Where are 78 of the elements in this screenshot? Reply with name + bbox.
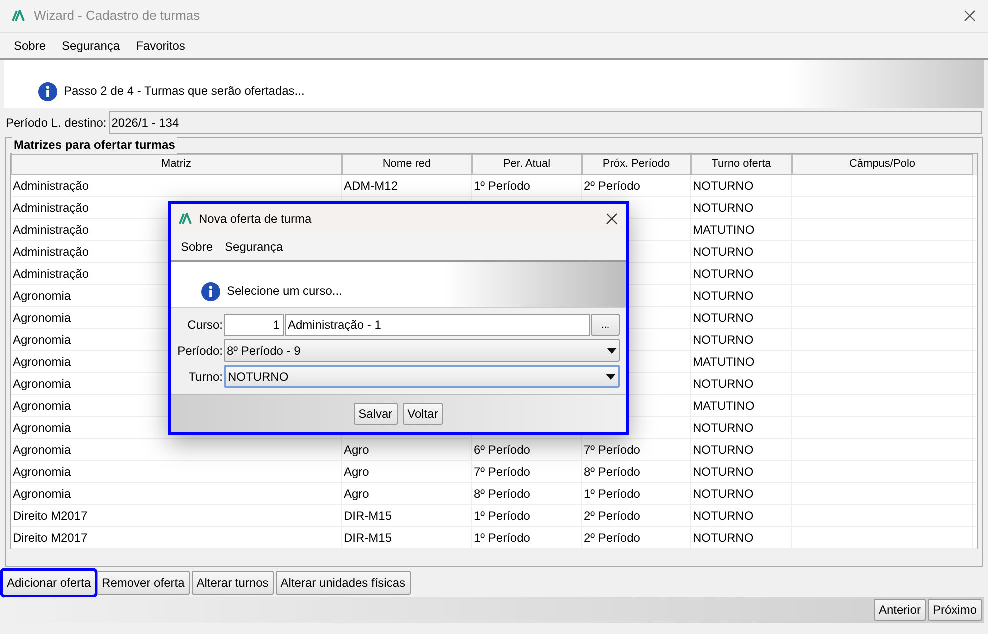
- table-cell: MATUTINO: [691, 395, 792, 416]
- course-field[interactable]: Administração - 1: [285, 314, 590, 336]
- table-cell: NOTURNO: [691, 307, 792, 328]
- column-header[interactable]: Turno oferta: [691, 154, 792, 175]
- column-header[interactable]: Câmpus/Polo: [792, 154, 973, 175]
- table-cell: 8º Período: [582, 461, 691, 482]
- table-cell: Direito M2017: [11, 505, 342, 526]
- destination-field[interactable]: 2026/1 - 134: [108, 111, 982, 134]
- table-cell: Agronomia: [11, 439, 342, 460]
- field-label: Período L. destino:: [6, 114, 107, 132]
- table-cell: NOTURNO: [691, 483, 792, 504]
- menu-item[interactable]: Sobre: [177, 238, 218, 256]
- table-cell: 7º Período: [582, 439, 691, 460]
- column-header[interactable]: Nome red: [342, 154, 472, 175]
- table-cell: NOTURNO: [691, 263, 792, 284]
- table-cell: NOTURNO: [691, 241, 792, 262]
- table-cell: NOTURNO: [691, 505, 792, 526]
- table-cell: Direito M2017: [11, 527, 342, 548]
- code-field[interactable]: 1: [224, 314, 284, 336]
- table-cell: NOTURNO: [691, 527, 792, 548]
- window-title: Wizard - Cadastro de turmas: [34, 7, 200, 26]
- dialog-button[interactable]: Voltar: [402, 402, 444, 424]
- table-cell: Agro: [342, 461, 472, 482]
- logo-icon: [12, 10, 26, 22]
- banner-text: Selecione um curso...: [227, 283, 342, 300]
- dialog-button[interactable]: Salvar: [354, 402, 398, 424]
- table-cell: 1º Período: [472, 175, 582, 196]
- action-button[interactable]: Remover oferta: [97, 571, 190, 595]
- table-cell: 8º Período: [472, 483, 582, 504]
- table-cell: NOTURNO: [691, 461, 792, 482]
- nav-button[interactable]: Anterior: [874, 599, 926, 621]
- table-cell: Agro: [342, 439, 472, 460]
- table-cell: MATUTINO: [691, 351, 792, 372]
- table-cell: Agro: [342, 483, 472, 504]
- column-header[interactable]: Matriz: [11, 154, 342, 175]
- menu-item[interactable]: Favoritos: [130, 36, 192, 54]
- menu-item[interactable]: Segurança: [56, 36, 126, 54]
- table-cell: 2º Período: [582, 527, 691, 548]
- menu-item[interactable]: Segurança: [221, 238, 288, 256]
- table-cell: NOTURNO: [691, 417, 792, 438]
- table-cell: 2º Período: [582, 175, 691, 196]
- close-icon[interactable]: [606, 213, 618, 225]
- table-cell: 1º Período: [472, 527, 582, 548]
- nav-button[interactable]: Próximo: [928, 599, 982, 621]
- select-field[interactable]: NOTURNO: [224, 365, 620, 388]
- table-cell: NOTURNO: [691, 439, 792, 460]
- column-header[interactable]: Per. Atual: [472, 154, 582, 175]
- table-cell: NOTURNO: [691, 285, 792, 306]
- table-cell: DIR-M15: [342, 527, 472, 548]
- logo-icon: [179, 213, 193, 225]
- table-cell: NOTURNO: [691, 329, 792, 350]
- action-button[interactable]: Alterar unidades físicas: [276, 571, 411, 595]
- table-cell: NOTURNO: [691, 373, 792, 394]
- caret-icon: [607, 348, 617, 354]
- info-icon: [201, 282, 221, 302]
- table-cell: ADM-M12: [342, 175, 472, 196]
- table-cell: MATUTINO: [691, 219, 792, 240]
- table-cell: DIR-M15: [342, 505, 472, 526]
- browse-button[interactable]: ...: [591, 314, 620, 336]
- table-cell: Agronomia: [11, 461, 342, 482]
- info-icon: [38, 82, 58, 102]
- select-field[interactable]: 8º Período - 9: [224, 339, 620, 362]
- table-cell: 6º Período: [472, 439, 582, 460]
- action-button[interactable]: Alterar turnos: [192, 571, 274, 595]
- table-cell: NOTURNO: [691, 175, 792, 196]
- close-icon[interactable]: [964, 10, 976, 22]
- table-cell: 1º Período: [582, 483, 691, 504]
- menu-item[interactable]: Sobre: [8, 36, 52, 54]
- table-cell: 1º Período: [472, 505, 582, 526]
- table-cell: Administração: [11, 175, 342, 196]
- table-cell: 2º Período: [582, 505, 691, 526]
- group-title: Matrizes para ofertar turmas: [12, 136, 178, 154]
- table-cell: Agronomia: [11, 483, 342, 504]
- table-cell: 7º Período: [472, 461, 582, 482]
- action-button[interactable]: Adicionar oferta: [3, 571, 96, 595]
- banner-text: Passo 2 de 4 - Turmas que serão ofertadas...: [64, 83, 305, 100]
- table-cell: NOTURNO: [691, 197, 792, 218]
- column-header[interactable]: Próx. Período: [582, 154, 691, 175]
